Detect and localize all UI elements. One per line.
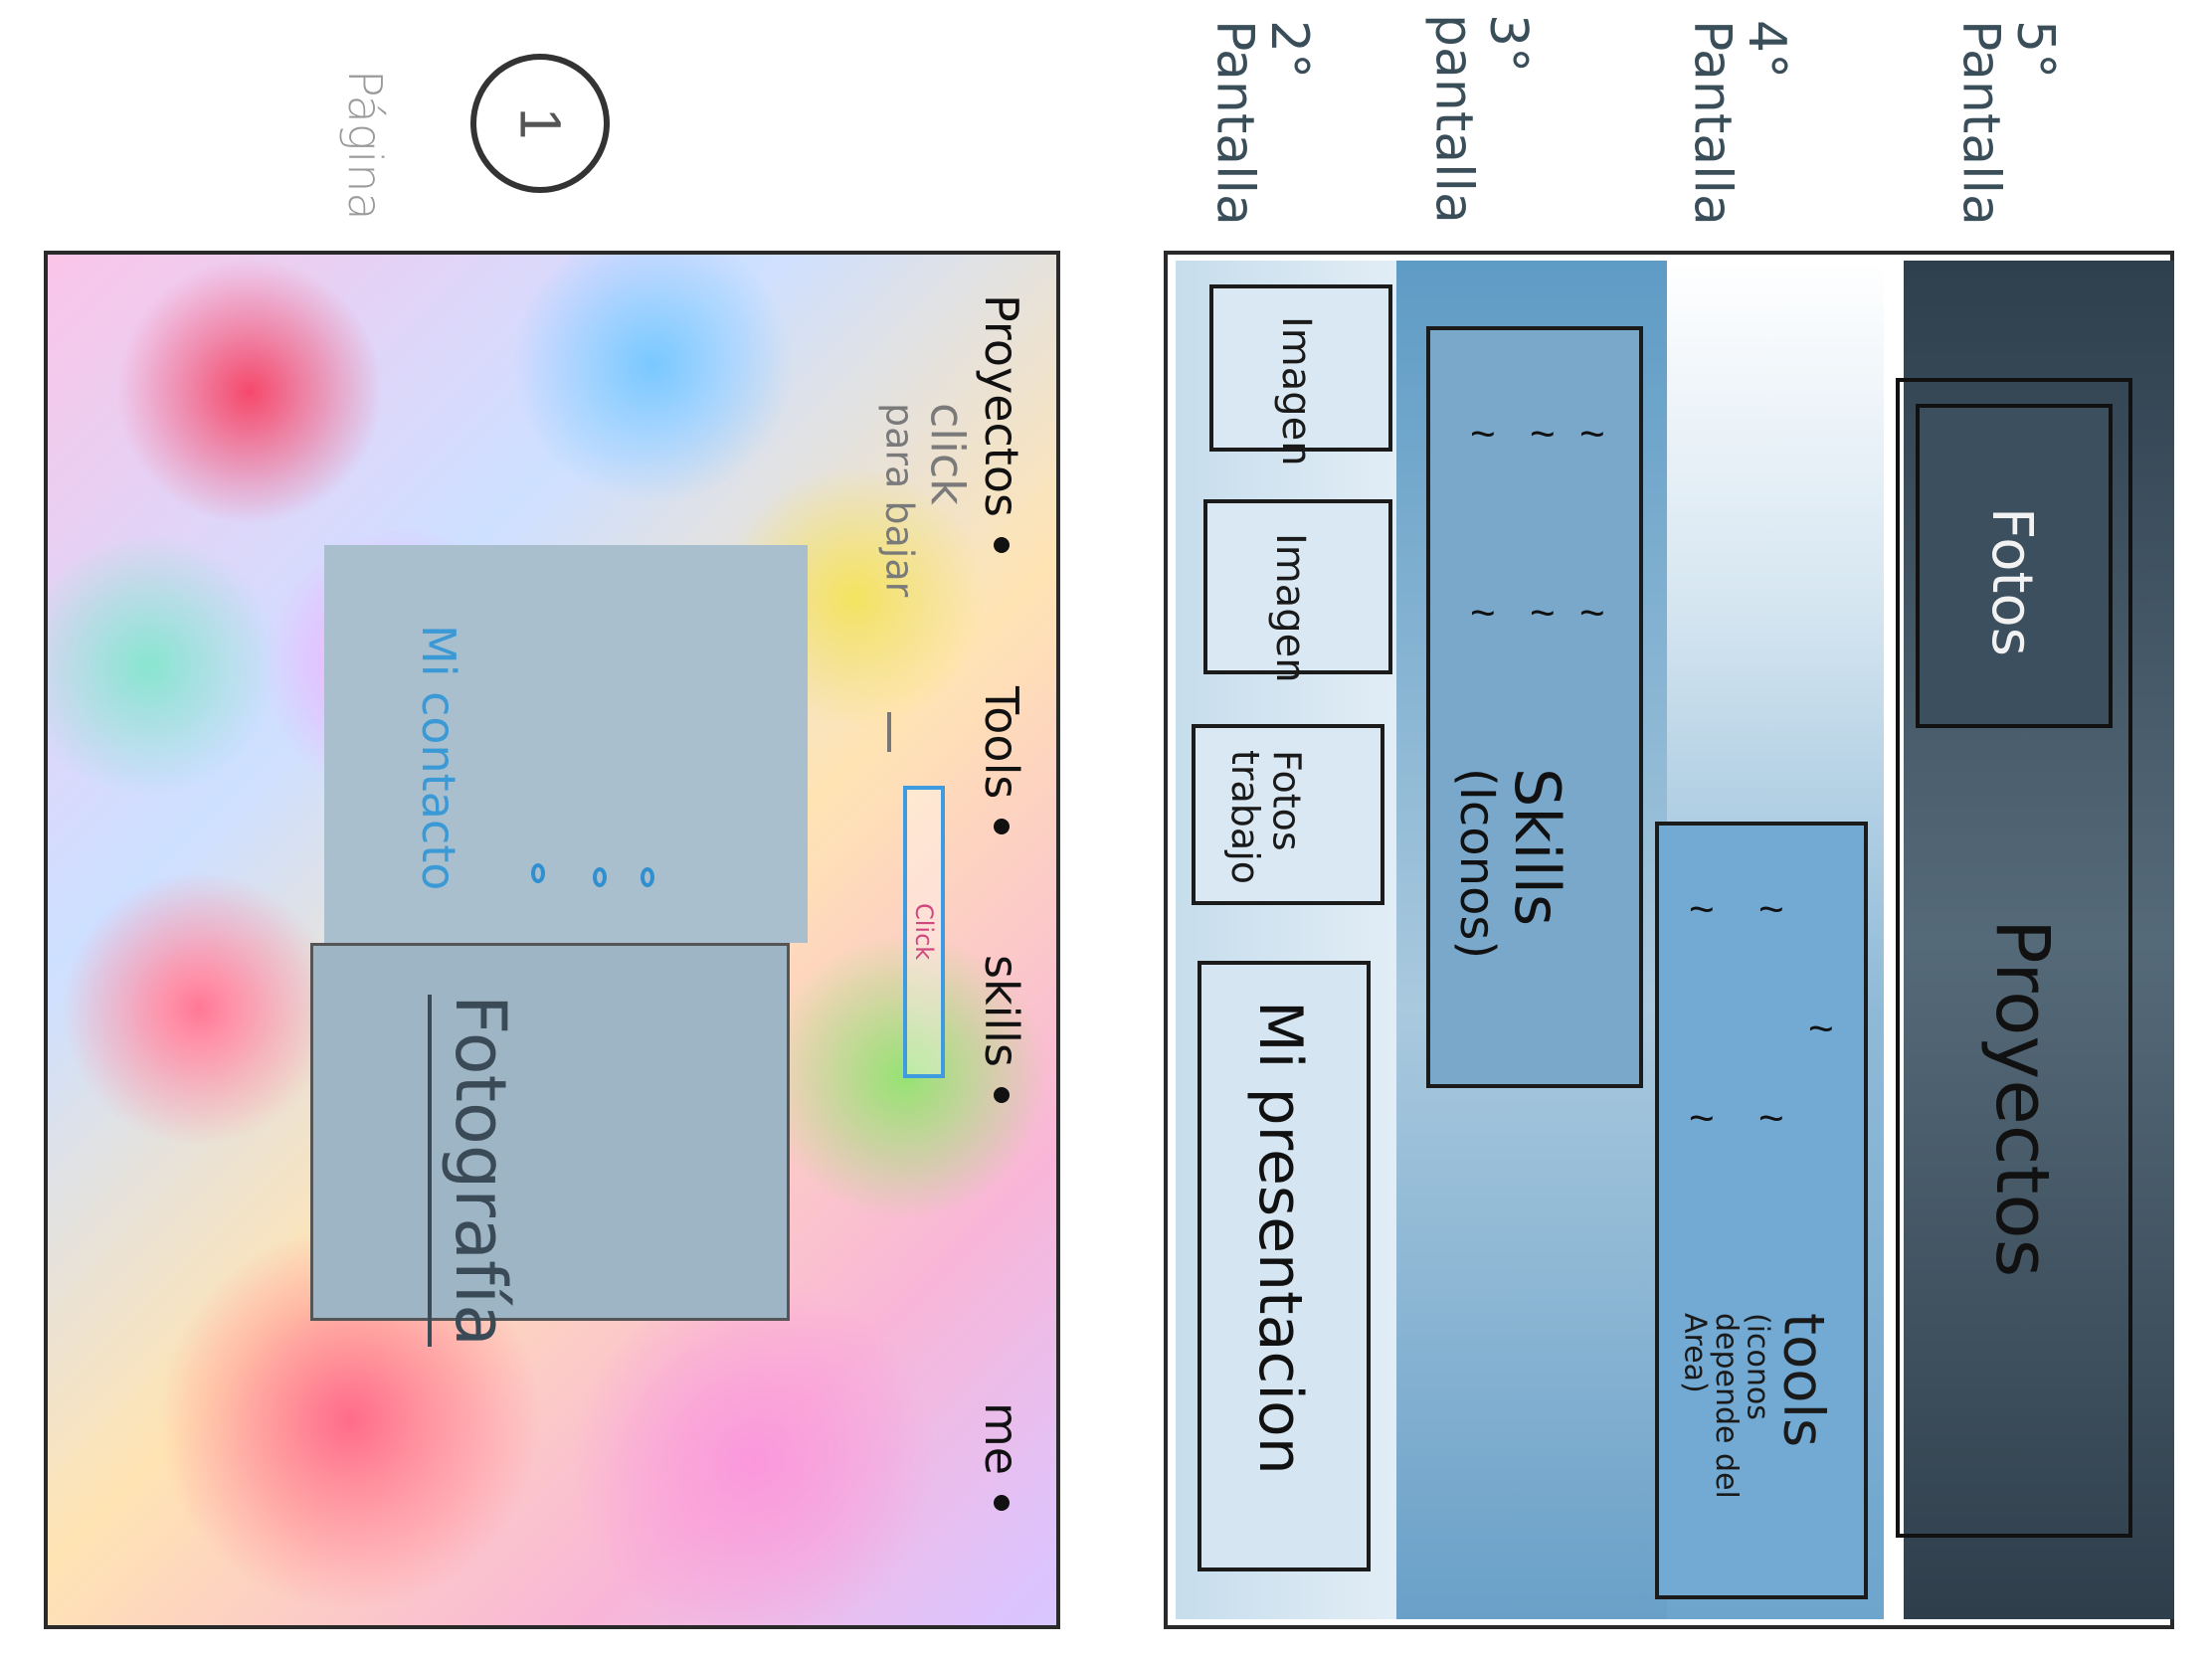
screen-label-4-word: Pantalla <box>1682 20 1743 226</box>
tools-subtitle-line-3: Area) <box>1677 1313 1713 1393</box>
screen-label-5-number: 5° <box>2005 20 2066 80</box>
fotos-box: Fotos <box>1916 404 2113 728</box>
proyectos-label: Proyectos <box>1979 919 2065 1278</box>
contact-label: Mi contacto <box>412 625 465 891</box>
photo-label: Fotografía <box>428 995 521 1347</box>
contact-card <box>324 545 808 943</box>
tool-icon-placeholder: ~ <box>1689 885 1715 934</box>
nav-label-skills: skills <box>975 955 1028 1067</box>
nav-bullet-icon <box>994 1086 1010 1103</box>
click-note: click para bajar <box>875 403 975 598</box>
skills-subtitle: (Iconos) <box>1448 768 1505 960</box>
tool-icon-placeholder: ~ <box>1758 885 1784 934</box>
skill-icon-placeholder: ~ <box>1579 589 1605 638</box>
screen-label-2-number: 2° <box>1259 20 1320 80</box>
nav-item-proyectos[interactable]: Proyectos <box>975 294 1028 553</box>
skill-icon-placeholder: ~ <box>1579 410 1605 459</box>
tool-icon-placeholder: ~ <box>1808 1005 1834 1053</box>
nav-item-tools[interactable]: Tools <box>975 686 1028 835</box>
skill-icon-placeholder: ~ <box>1530 410 1556 459</box>
page-number-circle: 1 <box>470 54 610 193</box>
screen-label-2-word: Pantalla <box>1204 20 1265 226</box>
nav-label-proyectos: Proyectos <box>975 294 1028 517</box>
click-button-label: Click <box>910 903 938 961</box>
screen-label-3-number: 3° <box>1478 14 1539 74</box>
nav-label-tools: Tools <box>975 686 1028 800</box>
page-label: Página <box>338 70 392 221</box>
click-note-line-2: para bajar <box>877 403 922 598</box>
fotos-trabajo-line-1: Fotos <box>1264 750 1309 851</box>
nav-label-me: me <box>975 1402 1028 1476</box>
tool-icon-placeholder: ~ <box>1758 1094 1784 1143</box>
mi-presentacion-box: Mi presentacion <box>1198 961 1371 1571</box>
skills-box: Skills (Iconos) ~ ~ ~ ~ ~ ~ <box>1426 326 1643 1088</box>
imagen-box-1: Imagen <box>1203 499 1392 683</box>
tool-icon-placeholder: ~ <box>1689 1094 1715 1143</box>
skill-icon-placeholder: ~ <box>1470 589 1496 638</box>
screen-label-4-number: 4° <box>1737 20 1797 80</box>
fotos-trabajo-box: Fotos trabajo <box>1192 724 1384 905</box>
page-number: 1 <box>507 106 573 140</box>
tools-subtitle-line-2: depende del <box>1709 1313 1744 1499</box>
nav-bullet-icon <box>994 819 1010 835</box>
click-note-line-1: click <box>920 403 975 505</box>
contact-icon-2 <box>593 867 607 887</box>
contact-icon-1 <box>531 863 545 883</box>
fotos-label: Fotos <box>1979 507 2044 656</box>
nav-item-skills[interactable]: skills <box>975 955 1028 1103</box>
nav-item-me[interactable]: me <box>975 1402 1028 1512</box>
skill-icon-placeholder: ~ <box>1530 589 1556 638</box>
tools-box: tools (iconos depende del Area) ~ ~ ~ ~ … <box>1655 822 1868 1599</box>
tools-title: tools <box>1770 1313 1836 1448</box>
skills-title: Skills <box>1500 768 1573 927</box>
nav-bullet-icon <box>994 536 1010 553</box>
screen-label-3-word: pantalla <box>1423 14 1484 224</box>
fotos-trabajo-label: Fotos trabajo <box>1222 750 1309 885</box>
tools-label: tools (iconos depende del Area) <box>1677 1313 1836 1499</box>
skill-icon-placeholder: ~ <box>1470 410 1496 459</box>
skills-label: Skills (Iconos) <box>1448 768 1573 960</box>
tools-subtitle-line-1: (iconos <box>1740 1313 1775 1420</box>
nav-bullet-icon <box>994 1495 1010 1512</box>
screen-label-4: 4° Pantalla <box>1682 20 1797 226</box>
contact-icon-3 <box>641 867 654 887</box>
screen-label-5-word: Pantalla <box>1950 20 2011 226</box>
click-button[interactable]: Click <box>903 786 945 1078</box>
mi-presentacion-label: Mi presentacion <box>1245 1001 1315 1475</box>
screen-label-5: 5° Pantalla <box>1950 20 2066 226</box>
imagen-box-2: Imagen <box>1209 284 1392 466</box>
imagen-label-2: Imagen <box>1273 316 1319 466</box>
fotos-trabajo-line-2: trabajo <box>1222 750 1267 885</box>
imagen-label-1: Imagen <box>1267 533 1313 683</box>
screen-label-2: 2° Pantalla <box>1204 20 1320 226</box>
click-note-arrow <box>887 712 891 752</box>
photo-card <box>310 943 790 1321</box>
screen-label-3: 3° pantalla <box>1423 14 1539 224</box>
